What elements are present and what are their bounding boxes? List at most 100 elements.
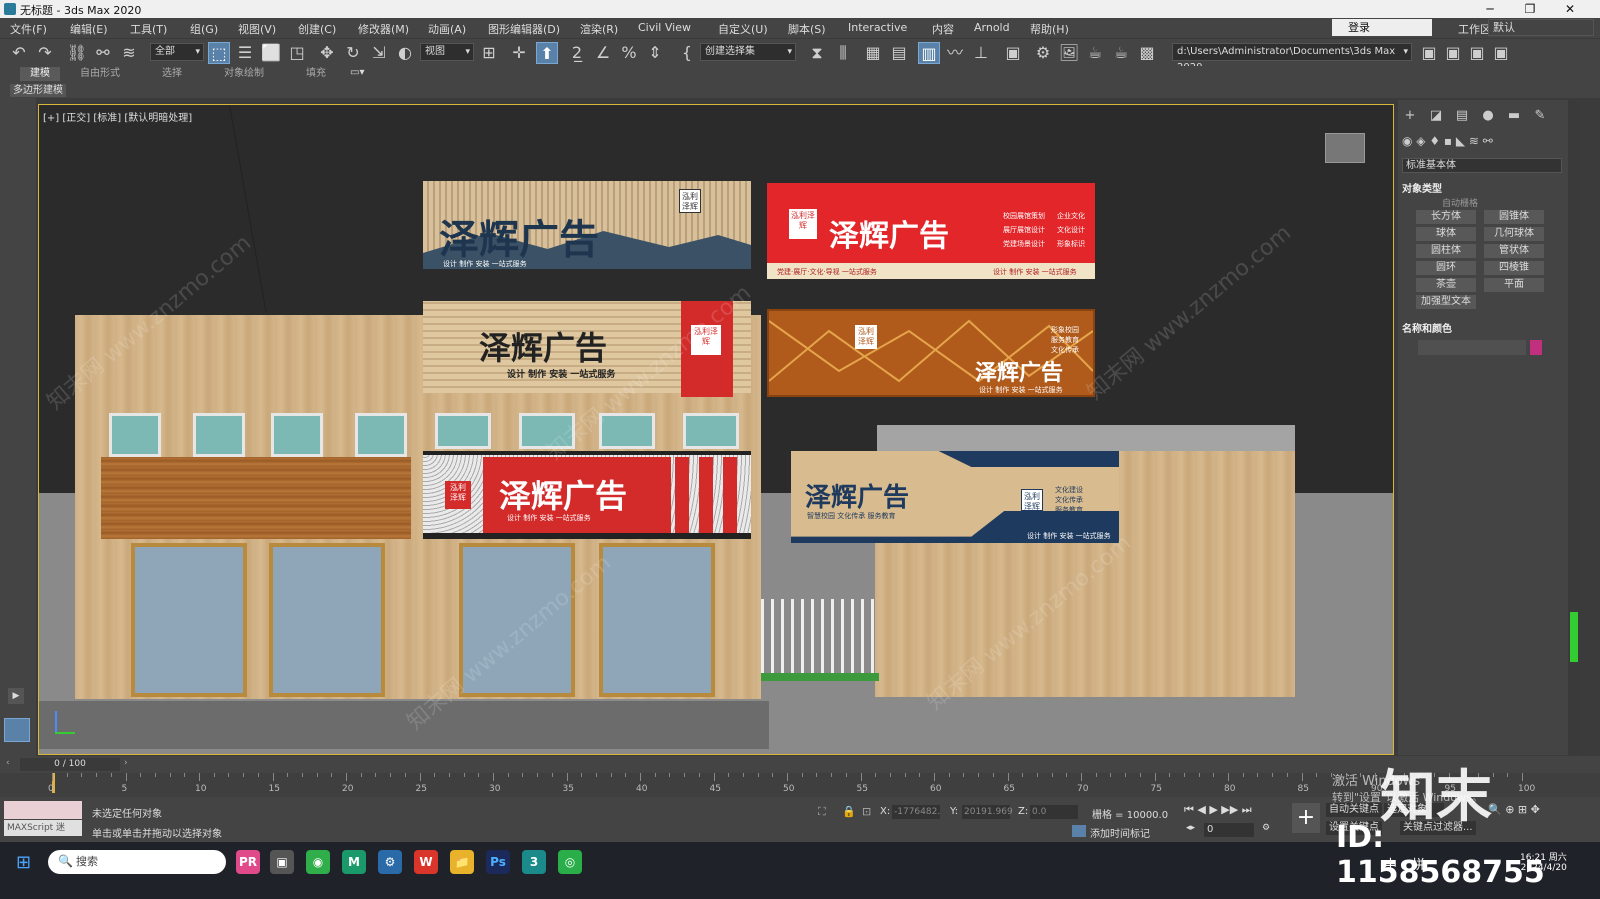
tube-button[interactable]: 管状体 (1484, 244, 1544, 258)
tab-object-paint[interactable]: 对象绘制 (214, 67, 274, 81)
create-tab-icon[interactable]: + (1400, 106, 1420, 126)
workspace-dropdown[interactable]: 默认 (1488, 19, 1594, 36)
material-editor-icon[interactable]: ▣ (1002, 42, 1024, 64)
render-setup-icon[interactable]: ⚙ (1032, 42, 1054, 64)
project-icon-3[interactable]: ▣ (1466, 42, 1488, 64)
menu-modifiers[interactable]: 修改器(M) (358, 21, 409, 37)
maxscript-input[interactable]: MAXScript 迷 (4, 820, 82, 836)
object-color-swatch[interactable] (1530, 340, 1542, 355)
menu-rendering[interactable]: 渲染(R) (580, 21, 618, 37)
hierarchy-tab-icon[interactable]: ▤ (1452, 106, 1472, 126)
viewport-label[interactable]: [+] [正交] [标准] [默认明暗处理] (43, 109, 192, 124)
menu-customize[interactable]: 自定义(U) (718, 21, 768, 37)
teapot-button[interactable]: 茶壶 (1416, 278, 1476, 292)
object-name-field[interactable] (1418, 340, 1526, 355)
pivot-icon[interactable]: ⊞ (478, 42, 500, 64)
torus-button[interactable]: 圆环 (1416, 261, 1476, 275)
scroll-thumb[interactable] (1570, 612, 1578, 662)
primitive-type-dropdown[interactable]: 标准基本体 (1402, 158, 1562, 173)
project-path-dropdown[interactable]: d:\Users\Administrator\Documents\3ds Max… (1172, 43, 1412, 73)
menu-help[interactable]: 帮助(H) (1030, 21, 1069, 37)
box-button[interactable]: 长方体 (1416, 210, 1476, 224)
selection-filter-dropdown[interactable]: 全部 (150, 43, 204, 61)
align-icon[interactable]: ⫼ (832, 42, 854, 64)
app-wechat-icon[interactable]: ◎ (558, 850, 582, 874)
maxscript-listener[interactable] (4, 801, 82, 819)
isolate-icon[interactable]: ⛶ (818, 805, 826, 819)
viewport-front[interactable]: [+] [正交] [标准] [默认明暗处理] 泽辉广告 泓利泽辉 设计 制作 安… (38, 104, 1394, 755)
windows-start-icon[interactable]: ⊞ (16, 852, 31, 873)
project-icon-2[interactable]: ▣ (1442, 42, 1464, 64)
viewcube[interactable] (1325, 133, 1365, 163)
layer-explorer-icon[interactable]: ▤ (888, 42, 910, 64)
ribbon-options-icon[interactable]: ▭▾ (350, 67, 364, 78)
current-frame-spinner[interactable]: 0 (1204, 823, 1254, 837)
keyboard-shortcut-icon[interactable]: ⬆ (536, 42, 558, 64)
name-color-header[interactable]: 名称和颜色 (1402, 320, 1562, 335)
time-tag-icon[interactable] (1072, 825, 1086, 837)
category-icons[interactable]: ◉ ◈ ♦ ▪ ◣ ≋ ⚯ (1402, 134, 1562, 150)
rotate-icon[interactable]: ↻ (342, 42, 364, 64)
menu-edit[interactable]: 编辑(E) (70, 21, 108, 37)
redo-icon[interactable]: ↷ (34, 42, 56, 64)
z-coordinate[interactable]: 0.0 (1030, 805, 1078, 819)
unlink-icon[interactable]: ⚯ (92, 42, 114, 64)
close-button[interactable]: ✕ (1550, 0, 1590, 18)
maximize-button[interactable]: ❐ (1510, 0, 1550, 18)
edit-named-sets-icon[interactable]: { (676, 42, 698, 64)
percent-snap-icon[interactable]: % (618, 42, 640, 64)
select-by-name-icon[interactable]: ☰ (234, 42, 256, 64)
select-object-icon[interactable]: ⬚ (208, 42, 230, 64)
selection-lock-icon[interactable]: ✛ (508, 42, 530, 64)
x-coordinate[interactable]: -1776482. (892, 805, 940, 819)
display-tab-icon[interactable]: ▬ (1504, 106, 1524, 126)
snaps-toggle-icon[interactable]: 2̲ (566, 42, 588, 64)
menu-content[interactable]: 内容 (932, 21, 954, 37)
frame-indicator[interactable]: 0 / 100 (20, 758, 120, 771)
app-premiere-icon[interactable]: PR (236, 850, 260, 874)
tab-freeform[interactable]: 自由形式 (70, 67, 130, 81)
menu-file[interactable]: 文件(F) (10, 21, 47, 37)
menu-group[interactable]: 组(G) (190, 21, 218, 37)
menu-create[interactable]: 创建(C) (298, 21, 336, 37)
render-online-icon[interactable]: ▩ (1136, 42, 1158, 64)
absolute-mode-icon[interactable]: ⊡ (862, 805, 871, 818)
schematic-view-icon[interactable]: ⊥ (970, 42, 992, 64)
bind-spacewarp-icon[interactable]: ≋ (118, 42, 140, 64)
app-browser-icon[interactable]: ◉ (306, 850, 330, 874)
app-photoshop-icon[interactable]: Ps (486, 850, 510, 874)
ref-coord-dropdown[interactable]: 视图 (420, 43, 474, 61)
named-selection-dropdown[interactable]: 创建选择集 (700, 43, 796, 61)
menu-scripting[interactable]: 脚本(S) (788, 21, 826, 37)
y-coordinate[interactable]: 20191.969 (962, 805, 1013, 819)
next-frame-icon[interactable]: › (124, 758, 128, 768)
app-folder-icon[interactable]: 📁 (450, 850, 474, 874)
polygon-modeling-label[interactable]: 多边形建模 (10, 84, 66, 97)
cone-button[interactable]: 圆锥体 (1484, 210, 1544, 224)
pyramid-button[interactable]: 四棱锥 (1484, 261, 1544, 275)
time-config-icon[interactable]: ⚙ (1262, 823, 1270, 833)
textplus-button[interactable]: 加强型文本 (1416, 295, 1476, 309)
ribbon-toggle-icon[interactable]: ▥ (918, 42, 940, 64)
tab-populate[interactable]: 填充 (296, 67, 336, 81)
undo-icon[interactable]: ↶ (8, 42, 30, 64)
viewport-nav-icons[interactable]: 🔍 ⊕ ⊞ ✥ (1488, 803, 1540, 816)
tab-selection[interactable]: 选择 (152, 67, 192, 81)
plane-button[interactable]: 平面 (1484, 278, 1544, 292)
app-m-icon[interactable]: M (342, 850, 366, 874)
key-mode-icon[interactable]: ◂▸ (1186, 823, 1195, 833)
menu-tools[interactable]: 工具(T) (130, 21, 167, 37)
scale-icon[interactable]: ⇲ (368, 42, 390, 64)
object-type-header[interactable]: 对象类型 (1402, 180, 1562, 195)
menu-animation[interactable]: 动画(A) (428, 21, 466, 37)
tab-modeling[interactable]: 建模 (20, 67, 60, 81)
curve-editor-icon[interactable]: 〰 (944, 42, 966, 64)
add-time-tag[interactable]: 添加时间标记 (1090, 825, 1150, 840)
lock-selection-icon[interactable]: 🔒 (842, 805, 856, 818)
app-explorer-icon[interactable]: ▣ (270, 850, 294, 874)
geosphere-button[interactable]: 几何球体 (1484, 227, 1544, 241)
link-icon[interactable]: ⛓ (66, 42, 88, 64)
rect-selection-icon[interactable]: ⬜ (260, 42, 282, 64)
auto-key-button[interactable]: 自动关键点 (1326, 803, 1382, 817)
autogrid-checkbox[interactable]: 自动栅格 (1442, 196, 1478, 209)
